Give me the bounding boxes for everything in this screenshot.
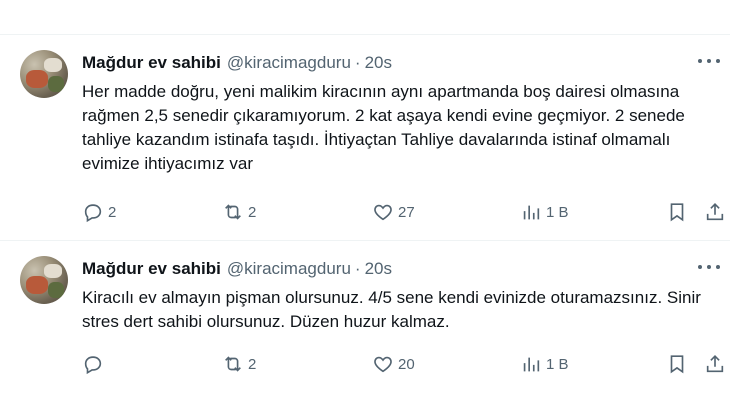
like-button[interactable]: 20 — [372, 352, 415, 376]
author-handle[interactable]: @kiracimagduru — [227, 258, 351, 280]
like-count: 20 — [398, 355, 415, 373]
views-count: 1 B — [546, 203, 569, 221]
retweet-button[interactable]: 2 — [222, 352, 256, 376]
tweet-actions: 2 20 1 B — [82, 352, 730, 376]
retweet-count: 2 — [248, 355, 257, 373]
reply-icon — [84, 204, 102, 223]
reply-icon — [84, 356, 102, 375]
views-chart-icon — [523, 357, 540, 372]
author-handle[interactable]: @kiracimagduru — [227, 52, 351, 74]
reply-button[interactable] — [82, 352, 108, 376]
tweet[interactable]: Mağdur ev sahibi @kiracimagduru · 20s He… — [0, 34, 730, 240]
views-chart-icon — [523, 205, 540, 220]
avatar[interactable] — [20, 50, 68, 98]
more-dots-icon[interactable] — [698, 54, 720, 68]
views-count: 1 B — [546, 355, 569, 373]
bookmark-button[interactable] — [666, 200, 688, 224]
bookmark-button[interactable] — [666, 352, 688, 376]
retweet-icon — [225, 356, 241, 372]
share-icon — [706, 355, 724, 373]
like-count: 27 — [398, 203, 415, 221]
timestamp[interactable]: 20s — [365, 258, 392, 280]
retweet-icon — [225, 204, 241, 220]
views-button[interactable]: 1 B — [520, 352, 569, 376]
retweet-button[interactable]: 2 — [222, 200, 256, 224]
tweet-text: Her madde doğru, yeni malikim kiracının … — [82, 82, 685, 173]
author-name[interactable]: Mağdur ev sahibi — [82, 258, 221, 280]
views-button[interactable]: 1 B — [520, 200, 569, 224]
reply-button[interactable]: 2 — [82, 200, 116, 224]
heart-icon — [374, 204, 392, 221]
retweet-count: 2 — [248, 203, 257, 221]
bookmark-icon — [670, 203, 684, 222]
like-button[interactable]: 27 — [372, 200, 415, 224]
separator-dot: · — [354, 53, 361, 72]
separator-dot: · — [354, 259, 361, 278]
tweet-header: Mağdur ev sahibi @kiracimagduru · 20s — [82, 52, 392, 74]
tweet-actions: 2 2 27 1 B — [82, 200, 730, 224]
author-name[interactable]: Mağdur ev sahibi — [82, 52, 221, 74]
more-dots-icon[interactable] — [698, 260, 720, 274]
share-button[interactable] — [704, 200, 726, 224]
share-icon — [706, 203, 724, 221]
share-button[interactable] — [704, 352, 726, 376]
tweet-header: Mağdur ev sahibi @kiracimagduru · 20s — [82, 258, 392, 280]
heart-icon — [374, 356, 392, 373]
tweet[interactable]: Mağdur ev sahibi @kiracimagduru · 20s Ki… — [0, 240, 730, 420]
bookmark-icon — [670, 355, 684, 374]
tweet-text: Kiracılı ev almayın pişman olursunuz. 4/… — [82, 288, 701, 331]
avatar[interactable] — [20, 256, 68, 304]
reply-count: 2 — [108, 203, 117, 221]
timestamp[interactable]: 20s — [365, 52, 392, 74]
